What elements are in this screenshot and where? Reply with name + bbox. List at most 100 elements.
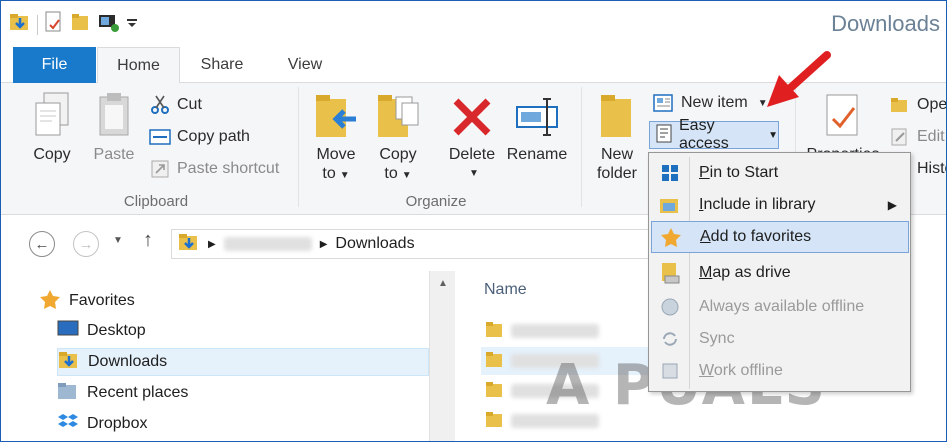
menu-item-always-available-offline[interactable]: Always available offline (651, 291, 909, 323)
paste-button[interactable]: Paste (89, 91, 139, 164)
paste-shortcut-button[interactable]: Paste shortcut (149, 159, 279, 179)
offline-globe-icon (651, 297, 689, 317)
title-bar: Downloads (1, 1, 946, 47)
copy-label: Copy (33, 146, 71, 163)
paste-label: Paste (93, 146, 135, 163)
copy-to-icon (376, 91, 420, 141)
tab-home[interactable]: Home (97, 47, 180, 84)
cut-button[interactable]: Cut (149, 95, 202, 115)
folder-icon (485, 320, 503, 343)
qat-separator (37, 14, 38, 35)
breadcrumb-user-blurred[interactable] (223, 237, 312, 251)
address-bar[interactable]: ▶ ▶ Downloads (171, 229, 651, 259)
window-title: Downloads (831, 11, 940, 36)
scroll-up-icon[interactable]: ▲ (430, 271, 456, 295)
scissors-icon (149, 95, 171, 115)
open-button[interactable]: Ope (889, 95, 947, 115)
rename-icon (515, 91, 559, 141)
nav-scrollbar[interactable]: ▲ (429, 271, 456, 441)
edit-button[interactable]: Edit (889, 127, 945, 147)
paste-icon (92, 91, 136, 141)
folder-download-icon[interactable] (9, 11, 31, 38)
column-header-name[interactable]: Name (484, 281, 527, 299)
copy-to-label-1: Copy (379, 146, 417, 163)
breadcrumb-chevron-icon[interactable]: ▶ (208, 239, 216, 250)
delete-caret-icon[interactable]: ▼ (469, 164, 479, 183)
copy-to-button[interactable]: Copy to ▼ (373, 91, 423, 185)
new-folder-button[interactable]: New folder (591, 91, 643, 183)
menu-item-map-as-drive[interactable]: Map as drive (651, 257, 909, 289)
copy-icon (30, 91, 74, 141)
copy-path-button[interactable]: Copy path (149, 127, 250, 147)
arrow-left-icon: ← (34, 235, 50, 253)
group-separator (581, 87, 582, 207)
nav-item-label: Downloads (88, 353, 168, 370)
rename-icon[interactable] (98, 11, 120, 38)
list-item[interactable] (485, 317, 599, 345)
rename-button[interactable]: Rename (505, 91, 569, 164)
properties-icon[interactable] (44, 11, 64, 38)
tab-share[interactable]: Share (183, 47, 261, 83)
star-icon (39, 289, 61, 314)
forward-button[interactable]: → (73, 231, 99, 257)
breadcrumb-current[interactable]: Downloads (335, 235, 414, 253)
menu-item-pin-to-start[interactable]: Pin to Start (651, 157, 909, 189)
new-folder-icon[interactable] (70, 11, 92, 38)
tab-file[interactable]: File (13, 47, 96, 83)
group-separator (298, 87, 299, 207)
paste-shortcut-label: Paste shortcut (177, 160, 280, 177)
recent-locations-icon[interactable]: ▼ (113, 235, 123, 246)
new-item-button[interactable]: New item ▼ (653, 93, 768, 113)
library-icon (651, 195, 689, 215)
cut-label: Cut (177, 96, 202, 113)
delete-x-icon (450, 91, 494, 141)
nav-item-dropbox[interactable]: Dropbox (57, 410, 471, 438)
new-folder-icon (595, 91, 639, 141)
menu-item-label: Work offline (699, 362, 783, 379)
customize-qat-icon[interactable] (126, 14, 138, 35)
sync-icon (651, 329, 689, 349)
explorer-window: Downloads File Home Share View Copy Past… (0, 0, 947, 442)
nav-item-recent-places[interactable]: Recent places (57, 379, 471, 407)
easy-access-button[interactable]: Easy access ▼ (649, 117, 779, 152)
delete-button[interactable]: Delete ▼ (445, 91, 499, 183)
history-label: Histo (917, 160, 946, 177)
easy-access-menu: Pin to Start Include in library ▶ Add to… (648, 152, 911, 392)
menu-item-add-to-favorites[interactable]: Add to favorites (651, 221, 909, 253)
paste-shortcut-icon (149, 159, 171, 179)
map-drive-icon (651, 262, 689, 284)
edit-icon (889, 127, 911, 147)
copy-path-label: Copy path (177, 128, 250, 145)
menu-item-label: Always available offline (699, 298, 865, 315)
dropbox-icon (57, 412, 79, 437)
clipboard-group-label: Clipboard (123, 193, 189, 210)
folder-icon (485, 380, 503, 403)
menu-item-sync[interactable]: Sync (651, 323, 909, 355)
menu-item-label: Pin to Start (699, 164, 779, 181)
submenu-arrow-icon: ▶ (887, 198, 897, 212)
easy-access-icon (654, 123, 674, 148)
open-label: Ope (917, 96, 947, 113)
nav-favorites[interactable]: Favorites (39, 287, 453, 315)
move-to-label-1: Move (316, 146, 356, 163)
nav-item-label: Recent places (87, 384, 189, 401)
up-arrow-icon[interactable]: ↑ (143, 229, 153, 252)
nav-item-desktop[interactable]: Desktop (57, 317, 471, 345)
menu-item-work-offline[interactable]: Work offline (651, 355, 909, 387)
easy-access-caret-icon: ▼ (768, 129, 778, 141)
nav-item-downloads[interactable]: Downloads (57, 348, 429, 376)
edit-label: Edit (917, 128, 945, 145)
menu-item-include-in-library[interactable]: Include in library ▶ (651, 189, 909, 221)
folder-icon (485, 410, 503, 433)
organize-group-label: Organize (405, 193, 467, 210)
copy-button[interactable]: Copy (25, 91, 79, 164)
desktop-icon (57, 320, 79, 343)
quick-access-toolbar (9, 11, 138, 38)
move-to-button[interactable]: Move to ▼ (311, 91, 361, 185)
tab-view[interactable]: View (267, 47, 343, 83)
new-folder-label-1: New (600, 146, 633, 163)
breadcrumb-chevron-icon[interactable]: ▶ (320, 239, 328, 250)
nav-item-label: Desktop (87, 322, 146, 339)
back-button[interactable]: ← (29, 231, 55, 257)
new-item-icon (653, 93, 675, 113)
